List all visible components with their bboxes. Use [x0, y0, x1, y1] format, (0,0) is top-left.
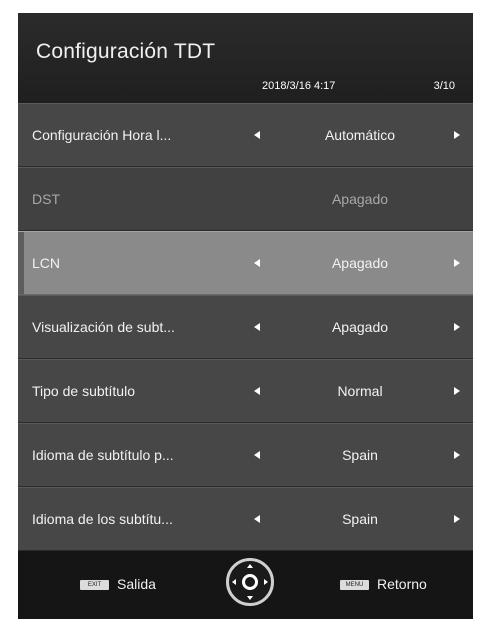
- left-arrow-icon[interactable]: [254, 515, 260, 523]
- page-title: Configuración TDT: [36, 40, 216, 63]
- menu-key-icon: MENU: [340, 580, 369, 590]
- dpad-icon: [226, 558, 274, 606]
- menu-item-label: Visualización de subt...: [32, 319, 175, 335]
- menu-item-label: Tipo de subtítulo: [32, 383, 135, 399]
- left-arrow-icon[interactable]: [254, 259, 260, 267]
- menu-item-subtitle-display[interactable]: Visualización de subt... Apagado: [18, 295, 473, 359]
- selection-marker: [18, 232, 24, 294]
- page-indicator: 3/10: [433, 80, 455, 92]
- datetime-display: 2018/3/16 4:17: [262, 80, 336, 92]
- right-arrow-icon[interactable]: [454, 259, 460, 267]
- menu-item-value: Normal: [337, 383, 383, 399]
- left-arrow-icon[interactable]: [254, 387, 260, 395]
- menu-item-time-setting[interactable]: Configuración Hora l... Automático: [18, 103, 473, 167]
- menu-item-label: Idioma de los subtítu...: [32, 511, 173, 527]
- menu-item-label: DST: [32, 191, 60, 207]
- menu-item-primary-subtitle-language[interactable]: Idioma de subtítulo p... Spain: [18, 423, 473, 487]
- menu-item-value: Automático: [324, 127, 396, 143]
- menu-item-label: Idioma de subtítulo p...: [32, 447, 174, 463]
- menu-item-subtitle-language[interactable]: Idioma de los subtítu... Spain: [18, 487, 473, 551]
- exit-hint-label[interactable]: Salida: [117, 576, 156, 592]
- right-arrow-icon[interactable]: [454, 451, 460, 459]
- tv-menu-screen: Configuración TDT 2018/3/16 4:17 3/10 Co…: [18, 13, 473, 619]
- menu-item-label: LCN: [32, 255, 61, 271]
- menu-item-value: Apagado: [331, 255, 389, 271]
- menu-item-subtitle-type[interactable]: Tipo de subtítulo Normal: [18, 359, 473, 423]
- right-arrow-icon[interactable]: [454, 131, 460, 139]
- menu-item-lcn[interactable]: LCN Apagado: [18, 231, 473, 295]
- button-hint-bar: EXIT Salida MENU Retorno: [18, 551, 473, 619]
- menu-item-dst: DST Apagado: [18, 167, 473, 231]
- right-arrow-icon[interactable]: [454, 323, 460, 331]
- dpad-down-icon: [247, 596, 253, 600]
- exit-key-icon: EXIT: [80, 580, 109, 590]
- menu-item-value: Apagado: [331, 319, 389, 335]
- right-arrow-icon[interactable]: [454, 387, 460, 395]
- return-hint-label[interactable]: Retorno: [377, 576, 427, 592]
- left-arrow-icon[interactable]: [254, 451, 260, 459]
- menu-header: Configuración TDT 2018/3/16 4:17 3/10: [18, 13, 473, 103]
- dpad-left-icon: [232, 579, 236, 585]
- dpad-up-icon: [247, 564, 253, 568]
- menu-item-value: Spain: [342, 511, 378, 527]
- menu-item-value: Spain: [342, 447, 378, 463]
- dpad-ok-icon: [242, 574, 258, 590]
- right-arrow-icon[interactable]: [454, 515, 460, 523]
- left-arrow-icon[interactable]: [254, 323, 260, 331]
- dpad-right-icon: [264, 579, 268, 585]
- menu-item-label: Configuración Hora l...: [32, 127, 172, 143]
- menu-item-value: Apagado: [331, 191, 389, 207]
- left-arrow-icon[interactable]: [254, 131, 260, 139]
